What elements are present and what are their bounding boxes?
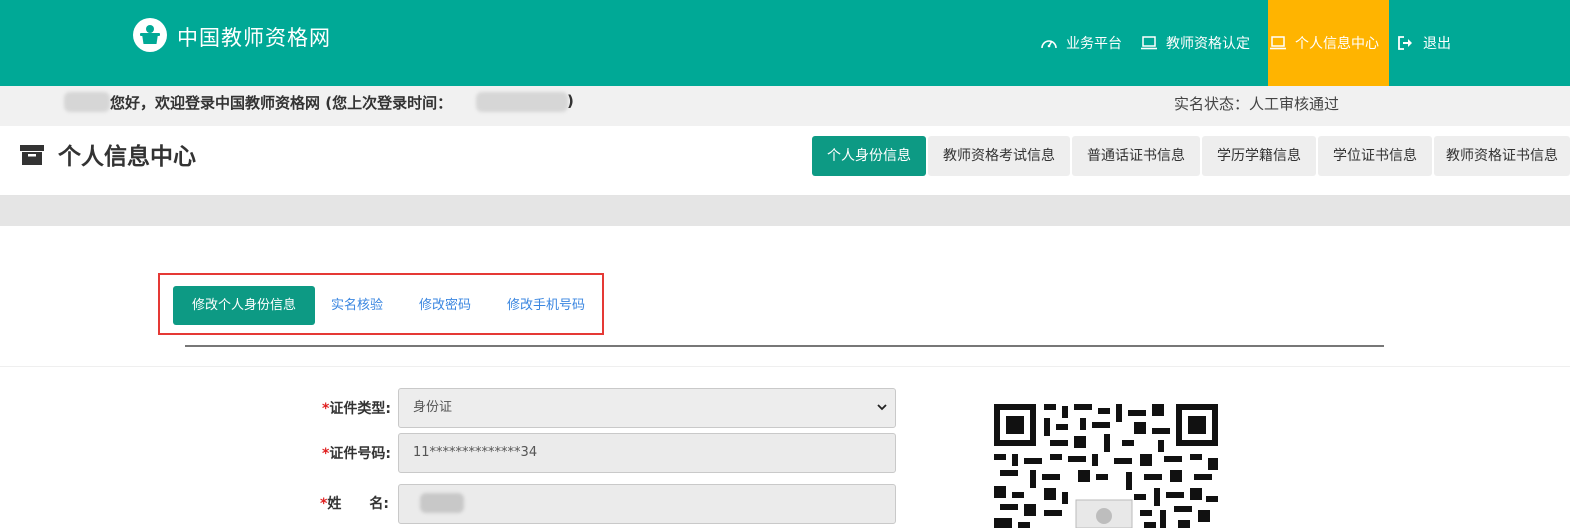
nav-teacher-qualification[interactable]: 教师资格认定 [1140,0,1250,86]
tab-teacher-certificate[interactable]: 教师资格证书信息 [1434,136,1570,176]
subtab-change-password[interactable]: 修改密码 [419,286,471,325]
subtab-change-phone[interactable]: 修改手机号码 [507,286,585,325]
name-field[interactable] [398,484,896,524]
redacted-login-time [476,92,568,112]
id-number-label: *证件号码: [322,446,391,462]
subtab-realname-verify[interactable]: 实名核验 [331,286,383,325]
subtab-edit-identity[interactable]: 修改个人身份信息 [173,286,315,325]
greeting-close: ) [567,92,574,110]
realname-status: 实名状态：人工审核通过 [1174,95,1340,113]
tab-degree-certificate[interactable]: 学位证书信息 [1318,136,1432,176]
tab-mandarin-certificate[interactable]: 普通话证书信息 [1072,136,1200,176]
dashboard-icon [1040,35,1058,51]
id-type-label: *证件类型: [322,401,391,417]
teacher-logo-icon[interactable] [133,18,167,52]
divider-line [0,366,1570,367]
nav-personal-center[interactable]: 个人信息中心 [1268,0,1389,86]
page-title: 个人信息中心 [58,144,196,170]
redacted-username [64,92,110,112]
laptop-icon [1140,35,1158,51]
site-title[interactable]: 中国教师资格网 [177,22,331,52]
tab-exam-info[interactable]: 教师资格考试信息 [928,136,1070,176]
chevron-down-icon [877,404,887,411]
qr-code-icon [994,404,1218,528]
nav-label: 教师资格认定 [1166,36,1250,52]
section-divider [0,196,1570,226]
archive-icon [20,144,44,166]
id-type-value: 身份证 [413,400,453,415]
logout-icon [1397,35,1415,51]
id-type-select[interactable]: 身份证 [398,388,896,428]
nav-business-platform[interactable]: 业务平台 [1040,0,1122,86]
greeting-text: 您好，欢迎登录中国教师资格网 (您上次登录时间： [110,94,453,112]
redacted-name [420,493,464,513]
subtabs-underline [185,345,1384,347]
nav-logout[interactable]: 退出 [1397,0,1451,86]
name-label: *姓 名: [320,496,389,512]
nav-label: 业务平台 [1066,36,1122,52]
nav-label: 个人信息中心 [1295,36,1379,52]
laptop-icon [1269,35,1287,51]
tab-personal-identity[interactable]: 个人身份信息 [812,136,926,176]
nav-label: 退出 [1423,36,1451,52]
id-number-value: 11**************34 [413,445,538,460]
tab-education-info[interactable]: 学历学籍信息 [1202,136,1316,176]
id-number-field[interactable]: 11**************34 [398,433,896,473]
